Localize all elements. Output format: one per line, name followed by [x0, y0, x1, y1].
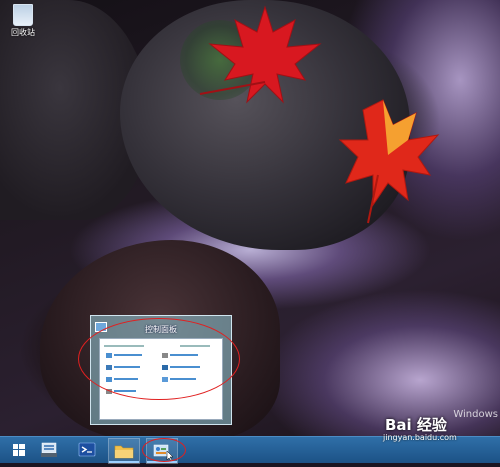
- windows-start-icon: [13, 444, 25, 456]
- recycle-bin-shortcut[interactable]: 回收站: [6, 4, 40, 38]
- powershell-button[interactable]: [72, 438, 102, 462]
- windows-watermark: Windows: [453, 409, 498, 420]
- highlight-circle-taskbar: [142, 438, 186, 462]
- highlight-circle: [78, 318, 240, 400]
- start-button[interactable]: [4, 438, 34, 462]
- server-manager-button[interactable]: [34, 438, 64, 462]
- red-maple-leaf: [199, 5, 322, 104]
- recycle-bin-icon: [13, 4, 33, 26]
- active-indicator: [109, 461, 139, 463]
- baidu-logo: Bai 经验: [385, 416, 447, 434]
- recycle-bin-label: 回收站: [11, 28, 35, 37]
- baidu-url: jingyan.baidu.com: [383, 433, 457, 442]
- desktop-wallpaper: 回收站 Windows Bai 经验 控制面板: [0, 0, 500, 436]
- orange-maple-leaf: [338, 99, 440, 224]
- server-manager-icon: [41, 442, 57, 457]
- powershell-icon: [78, 442, 96, 457]
- file-explorer-icon: [114, 445, 134, 459]
- file-explorer-button[interactable]: [108, 438, 140, 464]
